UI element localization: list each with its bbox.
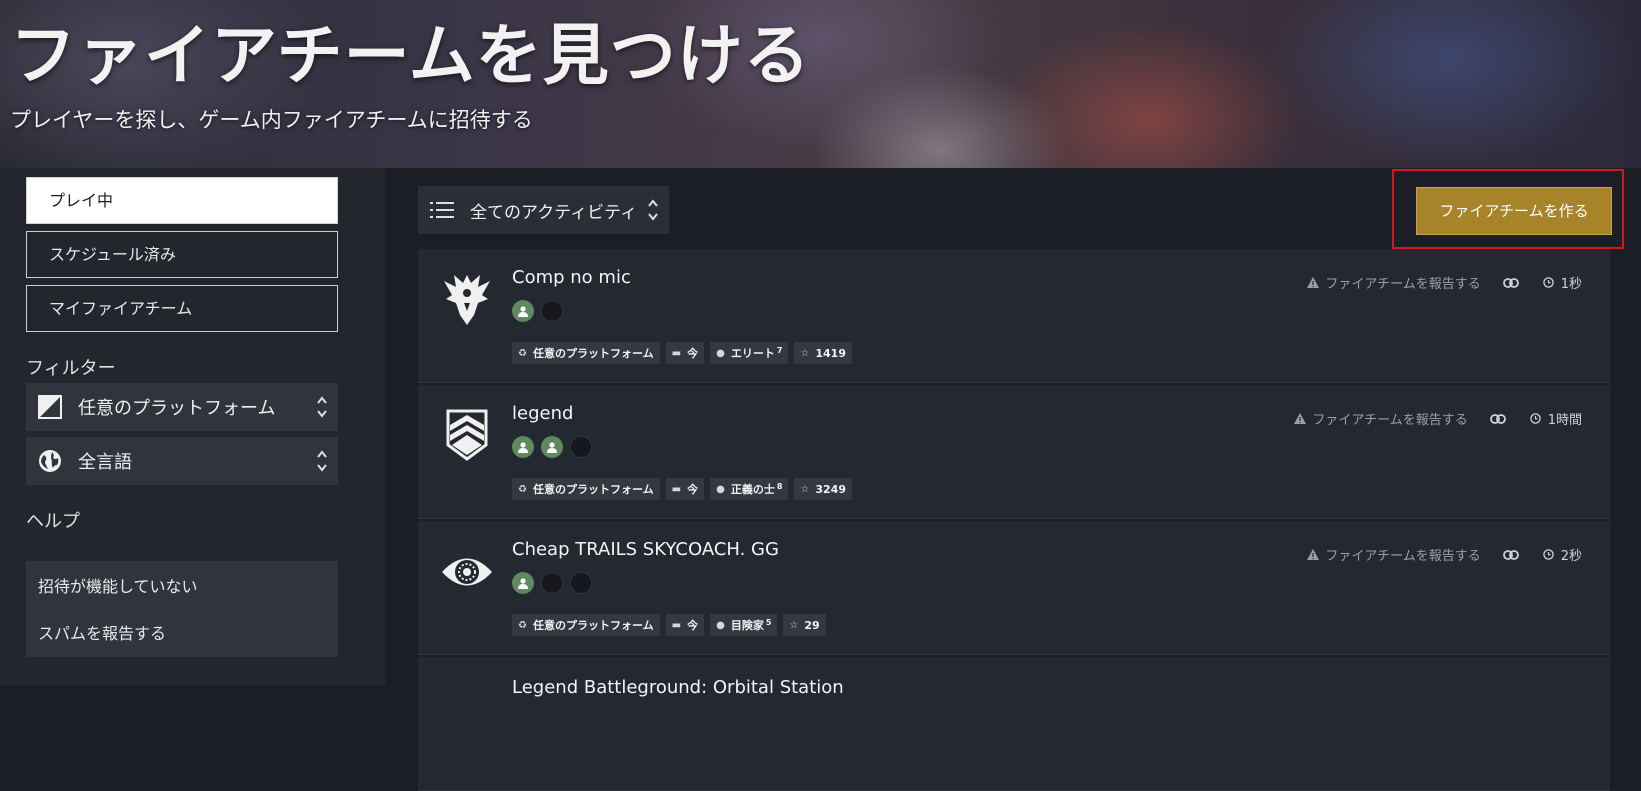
member-slots (512, 572, 592, 594)
tab-my-fireteams[interactable]: マイファイアチーム (26, 285, 338, 332)
fireteam-card[interactable]: Comp no mic ♻ 任意のプラットフォーム ▬ 今 ● エリート 7 ☆ 1419… (418, 249, 1610, 383)
main-content: 全てのアクティビティ ファイアチームを作る Comp no mic ♻ 任意のプラ… (386, 168, 1641, 791)
list-icon (430, 202, 454, 218)
platform-tag: ♻ 任意のプラットフォーム (512, 614, 660, 636)
member-slot-empty (541, 572, 563, 594)
fireteam-card[interactable]: legend ♻ 任意のプラットフォーム ▬ 今 ● 正義の士 8 ☆ 3249 ファイア… (418, 385, 1610, 519)
tag-list: ♻ 任意のプラットフォーム ▬ 今 ● 目険家 5 ☆ 29 (512, 614, 826, 636)
platform-tag: ♻ 任意のプラットフォーム (512, 342, 660, 364)
fireteam-name[interactable]: Legend Battleground: Orbital Station (512, 677, 844, 698)
user-icon (518, 577, 528, 589)
globe-icon (39, 450, 61, 472)
filters-heading: フィルター (26, 358, 116, 379)
member-slot-filled[interactable] (512, 572, 534, 594)
rank-tag: ● 正義の士 8 (710, 478, 789, 500)
clock-icon (1542, 277, 1554, 288)
updown-caret-icon (317, 450, 327, 472)
elapsed-time: 1時間 (1529, 409, 1582, 428)
report-fireteam-link[interactable]: ファイアチームを報告する (1307, 545, 1481, 564)
language-select-label: 全言語 (78, 452, 132, 473)
star-icon: ☆ (789, 619, 799, 631)
updown-caret-icon (317, 396, 327, 418)
link-icon[interactable] (1502, 549, 1519, 560)
recycle-icon: ♻ (518, 619, 527, 631)
activity-select[interactable]: 全てのアクティビティ (418, 186, 669, 234)
calendar-icon: ▬ (671, 619, 682, 631)
member-slot-empty (541, 300, 563, 322)
hero-banner: ファイアチームを見つける プレイヤーを探し、ゲーム内ファイアチームに招待する (0, 0, 1641, 168)
tag-list: ♻ 任意のプラットフォーム ▬ 今 ● 正義の士 8 ☆ 3249 (512, 478, 852, 500)
score-tag: ☆ 29 (783, 614, 826, 636)
clock-icon (1542, 549, 1554, 560)
link-icon[interactable] (1489, 413, 1506, 424)
page-title: ファイアチームを見つける (10, 17, 811, 94)
score-tag: ☆ 3249 (794, 478, 852, 500)
create-button-highlight: ファイアチームを作る (1392, 169, 1624, 249)
rank-tag: ● 目険家 5 (710, 614, 778, 636)
member-slots (512, 300, 563, 322)
link-icon[interactable] (1502, 277, 1519, 288)
member-slot-empty (570, 572, 592, 594)
activity-select-label: 全てのアクティビティ (470, 202, 638, 223)
when-tag: ▬ 今 (665, 342, 705, 364)
report-fireteam-link[interactable]: ファイアチームを報告する (1307, 273, 1481, 292)
tag-list: ♻ 任意のプラットフォーム ▬ 今 ● エリート 7 ☆ 1419 (512, 342, 852, 364)
user-icon (547, 441, 557, 453)
rank-icon: ● (716, 619, 725, 631)
card-meta: ファイアチームを報告する 1秒 (1307, 273, 1582, 292)
updown-caret-icon (648, 199, 658, 221)
warning-icon (1307, 549, 1320, 560)
elapsed-time: 1秒 (1542, 273, 1582, 292)
create-fireteam-button[interactable]: ファイアチームを作る (1416, 187, 1612, 235)
report-spam-link[interactable]: スパムを報告する (38, 620, 166, 644)
user-icon (518, 305, 528, 317)
platform-tag: ♻ 任意のプラットフォーム (512, 478, 660, 500)
rank-icon: ● (716, 347, 725, 359)
member-slot-filled[interactable] (512, 300, 534, 322)
chevron-shield-icon (446, 409, 488, 461)
fireteam-name[interactable]: Cheap TRAILS SKYCOACH. GG (512, 539, 779, 560)
member-slot-filled[interactable] (512, 436, 534, 458)
platform-icon (38, 395, 62, 419)
sidebar: プレイ中 スケジュール済み マイファイアチーム フィルター 任意のプラットフォー… (0, 168, 386, 685)
member-slot-empty (570, 436, 592, 458)
language-select[interactable]: 全言語 (26, 437, 338, 485)
invite-not-working-link[interactable]: 招待が機能していない (38, 573, 198, 597)
card-meta: ファイアチームを報告する 2秒 (1307, 545, 1582, 564)
rank-icon: ● (716, 483, 725, 495)
report-fireteam-link[interactable]: ファイアチームを報告する (1294, 409, 1468, 428)
recycle-icon: ♻ (518, 483, 527, 495)
when-tag: ▬ 今 (665, 614, 705, 636)
tab-scheduled[interactable]: スケジュール済み (26, 231, 338, 278)
eye-of-savathun-icon (442, 558, 492, 586)
clock-icon (1529, 413, 1541, 424)
fireteam-name[interactable]: Comp no mic (512, 267, 631, 288)
fireteam-card[interactable]: Legend Battleground: Orbital Station (418, 657, 1610, 791)
card-meta: ファイアチームを報告する 1時間 (1294, 409, 1582, 428)
member-slot-filled[interactable] (541, 436, 563, 458)
warning-icon (1307, 277, 1320, 288)
calendar-icon: ▬ (671, 483, 682, 495)
warlord-eagle-icon (444, 275, 490, 325)
score-tag: ☆ 1419 (794, 342, 852, 364)
fireteam-card[interactable]: Cheap TRAILS SKYCOACH. GG ♻ 任意のプラットフォーム ▬… (418, 521, 1610, 655)
platform-select[interactable]: 任意のプラットフォーム (26, 383, 338, 431)
elapsed-time: 2秒 (1542, 545, 1582, 564)
fireteam-name[interactable]: legend (512, 403, 573, 424)
when-tag: ▬ 今 (665, 478, 705, 500)
help-heading: ヘルプ (26, 511, 80, 532)
platform-select-label: 任意のプラットフォーム (78, 398, 276, 419)
page-subtitle: プレイヤーを探し、ゲーム内ファイアチームに招待する (10, 108, 533, 132)
member-slots (512, 436, 592, 458)
calendar-icon: ▬ (671, 347, 682, 359)
help-box: 招待が機能していない スパムを報告する (26, 561, 338, 657)
warning-icon (1294, 413, 1307, 424)
star-icon: ☆ (800, 483, 810, 495)
tab-playing[interactable]: プレイ中 (26, 177, 338, 224)
recycle-icon: ♻ (518, 347, 527, 359)
rank-tag: ● エリート 7 (710, 342, 789, 364)
user-icon (518, 441, 528, 453)
star-icon: ☆ (800, 347, 810, 359)
